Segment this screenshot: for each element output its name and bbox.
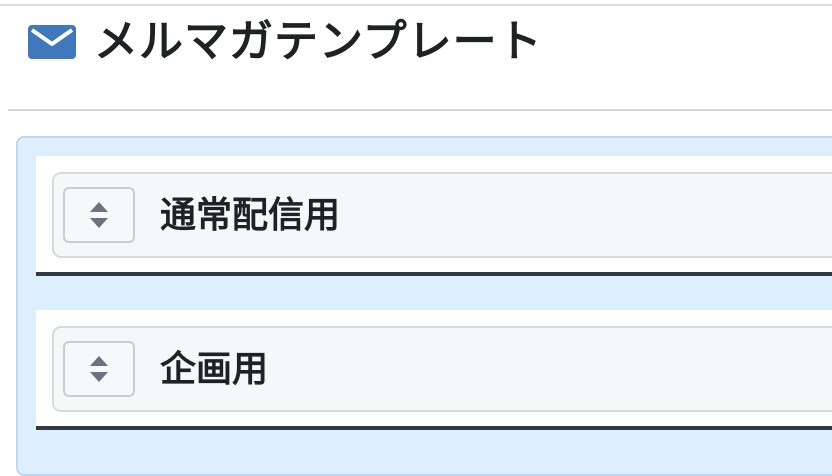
template-item[interactable]: 企画用 (36, 310, 832, 430)
template-item[interactable]: 通常配信用 (36, 156, 832, 276)
sort-icon (90, 202, 108, 228)
page-title: メルマガテンプレート (94, 16, 543, 67)
header-divider (8, 109, 832, 111)
drag-handle[interactable] (63, 187, 135, 243)
sort-icon (90, 356, 108, 382)
template-label: 企画用 (160, 348, 269, 390)
page-header: メルマガテンプレート (28, 14, 543, 70)
envelope-icon (28, 25, 76, 59)
template-card[interactable]: 通常配信用 (52, 172, 832, 258)
top-divider (0, 4, 832, 6)
template-label: 通常配信用 (160, 194, 341, 236)
template-card[interactable]: 企画用 (52, 326, 832, 412)
template-list: 通常配信用 企画用 (16, 136, 832, 476)
drag-handle[interactable] (63, 341, 135, 397)
